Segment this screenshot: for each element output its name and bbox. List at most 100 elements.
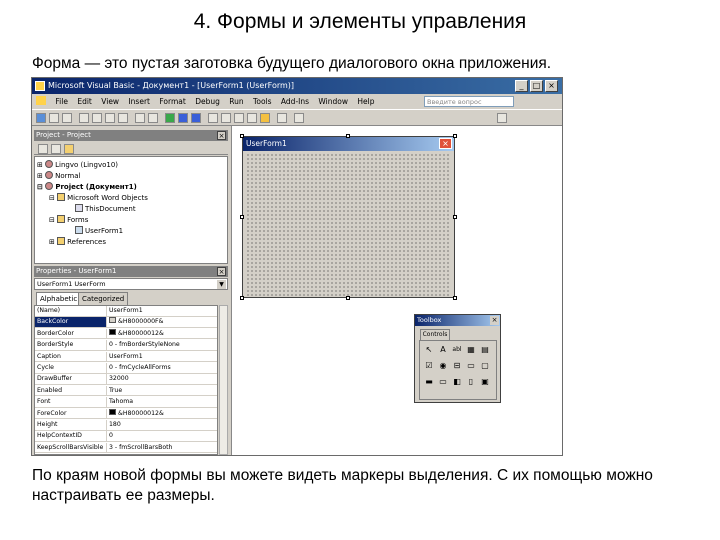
toolbox-tool-icon[interactable]: ▬: [424, 377, 434, 387]
expand-icon[interactable]: ⊞: [49, 238, 55, 246]
tab-alphabetic[interactable]: Alphabetic: [36, 292, 82, 305]
tree-node-userform1[interactable]: UserForm1: [75, 226, 123, 235]
toolbox-tool-icon[interactable]: ◧: [452, 377, 462, 387]
selection-handle-se[interactable]: [453, 296, 457, 300]
cut-icon[interactable]: [79, 113, 89, 123]
properties-pane-close-button[interactable]: ×: [217, 267, 226, 276]
property-value[interactable]: 0 - fmBorderStyleNone: [106, 340, 217, 351]
menu-tools[interactable]: Tools: [253, 97, 271, 106]
property-value[interactable]: Tahoma: [106, 397, 217, 408]
property-row[interactable]: Caption UserForm1: [35, 351, 217, 363]
property-value[interactable]: &H80000012&: [106, 408, 217, 419]
userform-close-icon[interactable]: ×: [439, 138, 452, 149]
toolbox-tool-icon[interactable]: A: [438, 345, 448, 355]
property-row[interactable]: (Name) UserForm1: [35, 306, 217, 317]
menu-view[interactable]: View: [101, 97, 119, 106]
toolbox-tool-icon[interactable]: ☑: [424, 361, 434, 371]
property-value[interactable]: 180: [106, 420, 217, 430]
expand-icon[interactable]: ⊞: [37, 172, 43, 180]
toolbox-tool-icon[interactable]: ▢: [480, 361, 490, 371]
toolbox-tool-icon[interactable]: abl: [452, 345, 462, 355]
tree-node-project[interactable]: ⊟ Project (Документ1): [37, 182, 137, 191]
menu-edit[interactable]: Edit: [77, 97, 92, 106]
userform-grid-body[interactable]: [246, 153, 451, 296]
tab-categorized[interactable]: Categorized: [78, 292, 129, 305]
property-row[interactable]: Cycle 0 - fmCycleAllForms: [35, 363, 217, 374]
collapse-icon[interactable]: ⊟: [49, 216, 55, 224]
toolbox-tool-icon[interactable]: ▣: [480, 377, 490, 387]
property-row[interactable]: KeepScrollBarsVisible 3 - fmScrollBarsBot…: [35, 442, 217, 454]
save-icon[interactable]: [62, 113, 72, 123]
design-mode-icon[interactable]: [208, 113, 218, 123]
toolbox-tool-icon[interactable]: ▤: [480, 345, 490, 355]
properties-window-icon[interactable]: [234, 113, 244, 123]
selection-handle-e[interactable]: [453, 215, 457, 219]
maximize-button[interactable]: □: [530, 80, 543, 92]
property-row[interactable]: HelpContextID 0: [35, 431, 217, 442]
userform-window[interactable]: UserForm1 ×: [242, 136, 455, 298]
property-row[interactable]: Height 180: [35, 420, 217, 431]
property-value[interactable]: UserForm1: [106, 351, 217, 362]
tree-node-forms[interactable]: ⊟ Forms: [49, 215, 88, 224]
toolbox-tool-icon[interactable]: ▭: [466, 361, 476, 371]
help-icon[interactable]: [277, 113, 287, 123]
tree-node-normal[interactable]: ⊞ Normal: [37, 171, 80, 180]
selection-handle-w[interactable]: [240, 215, 244, 219]
toolbox-tool-icon[interactable]: ▦: [466, 345, 476, 355]
tab-controls[interactable]: Controls: [420, 329, 450, 340]
collapse-icon[interactable]: ⊟: [37, 183, 43, 191]
view-code-icon[interactable]: [38, 144, 48, 154]
toolbox-tool-icon[interactable]: ◉: [438, 361, 448, 371]
property-value[interactable]: 3 - fmScrollBarsBoth: [106, 442, 217, 453]
menu-file[interactable]: File: [55, 97, 68, 106]
toolbox-tool-icon[interactable]: ▭: [438, 377, 448, 387]
property-row[interactable]: BorderColor &H80000012&: [35, 328, 217, 340]
project-pane-close-button[interactable]: ×: [217, 131, 226, 140]
property-row[interactable]: DrawBuffer 32000: [35, 374, 217, 385]
menu-window[interactable]: Window: [318, 97, 348, 106]
property-row[interactable]: BorderStyle 0 - fmBorderStyleNone: [35, 340, 217, 351]
property-row[interactable]: Font Tahoma: [35, 397, 217, 408]
copy-icon[interactable]: [92, 113, 102, 123]
selection-handle-s[interactable]: [346, 296, 350, 300]
close-button[interactable]: ×: [545, 80, 558, 92]
tree-node-thisdocument[interactable]: ThisDocument: [75, 204, 136, 213]
property-row[interactable]: ForeColor &H80000012&: [35, 408, 217, 420]
chevron-down-icon[interactable]: ▼: [217, 280, 226, 289]
expand-icon[interactable]: ⊞: [37, 161, 43, 169]
property-row[interactable]: Enabled True: [35, 385, 217, 397]
undo-icon[interactable]: [135, 113, 145, 123]
property-value[interactable]: &H80000012&: [106, 328, 217, 339]
toolbox-tool-icon[interactable]: ↖: [424, 345, 434, 355]
paste-icon[interactable]: [105, 113, 115, 123]
properties-scrollbar[interactable]: [219, 305, 228, 455]
ask-question-input[interactable]: Введите вопрос: [424, 96, 514, 107]
object-browser-icon[interactable]: [247, 113, 257, 123]
property-row[interactable]: BackColor &H8000000F&: [35, 317, 217, 328]
menu-insert[interactable]: Insert: [128, 97, 150, 106]
selection-handle-n[interactable]: [346, 134, 350, 138]
selection-handle-sw[interactable]: [240, 296, 244, 300]
reset-icon[interactable]: [191, 113, 201, 123]
menu-debug[interactable]: Debug: [195, 97, 220, 106]
redo-icon[interactable]: [148, 113, 158, 123]
toolbox-tool-icon[interactable]: ⊟: [452, 361, 462, 371]
property-value[interactable]: 32000: [106, 374, 217, 385]
toolbox-icon[interactable]: [260, 113, 270, 123]
view-object-icon[interactable]: [51, 144, 61, 154]
selection-handle-nw[interactable]: [240, 134, 244, 138]
property-value[interactable]: 0: [106, 431, 217, 442]
project-explorer-icon[interactable]: [221, 113, 231, 123]
insert-userform-icon[interactable]: [49, 113, 59, 123]
menu-addins[interactable]: Add-Ins: [281, 97, 309, 106]
toolbox-close-button[interactable]: ×: [490, 316, 499, 325]
toolbox-tool-icon[interactable]: ▯: [466, 377, 476, 387]
menu-run[interactable]: Run: [229, 97, 243, 106]
break-icon[interactable]: [178, 113, 188, 123]
object-dropdown[interactable]: UserForm1 UserForm ▼: [34, 278, 228, 290]
find-icon[interactable]: [118, 113, 128, 123]
toggle-folders-icon[interactable]: [64, 144, 74, 154]
property-value[interactable]: 0 - fmCycleAllForms: [106, 363, 217, 373]
menu-help[interactable]: Help: [357, 97, 374, 106]
run-icon[interactable]: [165, 113, 175, 123]
